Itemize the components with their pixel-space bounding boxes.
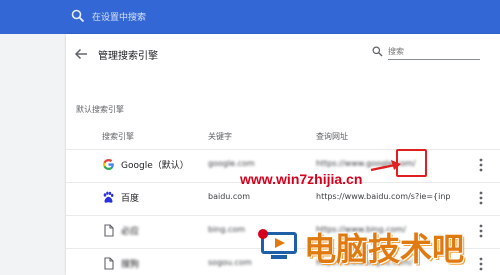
red-arrow-icon [370, 160, 401, 172]
settings-search-input[interactable]: 在设置中搜索 [92, 10, 146, 23]
document-icon [104, 224, 114, 237]
more-options-icon[interactable] [471, 221, 491, 241]
section-label-default-engines: 默认搜索引擎 [76, 105, 124, 114]
search-input-underline [388, 59, 480, 60]
column-header-url: 查询网址 [316, 132, 348, 141]
watermark-logo-icon [258, 229, 297, 259]
search-engines-search-input[interactable] [388, 44, 480, 58]
back-arrow-icon[interactable] [74, 47, 88, 61]
more-options-icon[interactable] [471, 155, 491, 175]
google-icon [103, 158, 114, 170]
column-header-keyword: 关键字 [208, 132, 232, 141]
search-icon [372, 46, 383, 57]
engine-name: Google（默认） [121, 161, 189, 171]
watermark-brand: 电脑技术吧 [304, 230, 465, 268]
engine-keyword: sogou.com [208, 258, 252, 267]
engine-name: 必应 [121, 227, 140, 237]
engine-keyword: bing.com [208, 225, 246, 234]
engine-url: https://www.baidu.com/s?ie={inputE [316, 192, 451, 201]
page-title: 管理搜索引擎 [98, 51, 158, 62]
engine-name: 搜狗 [121, 260, 140, 270]
column-header-engine: 搜索引擎 [102, 132, 134, 141]
search-icon[interactable] [71, 9, 85, 23]
more-options-icon[interactable] [471, 188, 491, 208]
watermark-url: www.win7zhijia.cn [240, 171, 363, 187]
engine-keyword: baidu.com [208, 192, 250, 201]
settings-top-bar: 在设置中搜索 [0, 0, 500, 34]
baidu-paw-icon [103, 191, 114, 203]
engine-keyword: google.com [208, 159, 255, 168]
engine-name: 百度 [121, 194, 140, 204]
document-icon [104, 257, 114, 270]
more-options-icon[interactable] [471, 254, 491, 274]
